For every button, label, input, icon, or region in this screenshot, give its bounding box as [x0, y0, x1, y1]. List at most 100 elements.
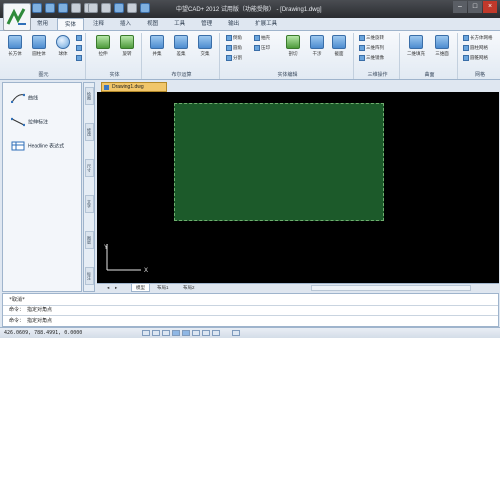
selected-rectangle[interactable] [174, 103, 384, 221]
save-icon[interactable] [58, 3, 68, 13]
app-logo-icon[interactable] [3, 3, 31, 31]
tab-output[interactable]: 输出 [221, 18, 246, 30]
close-button[interactable]: × [483, 1, 497, 13]
mirror3d-button[interactable]: 三维镜像 [359, 55, 384, 63]
application-window: 中望CAD+ 2012 试用版（功能受限） - [Drawing1.dwg] –… [0, 0, 500, 338]
palette-tab-modify[interactable]: 修改 [85, 123, 94, 141]
rotate3d-button[interactable]: 三维旋转 [359, 35, 384, 43]
tab-solid[interactable]: 实体 [57, 18, 85, 30]
tab-model[interactable]: 模型 [131, 284, 150, 292]
torus-button[interactable] [76, 55, 83, 63]
otrack-toggle-icon[interactable] [192, 330, 200, 336]
redo-icon[interactable] [88, 3, 98, 13]
palette-tab-annotation[interactable]: 标注 [85, 267, 94, 285]
mesh-cone-button[interactable]: 圆锥网格 [463, 55, 488, 63]
drawing-canvas[interactable]: X Y [97, 92, 499, 283]
horizontal-scrollbar[interactable] [311, 285, 471, 291]
ucs-axis-icon: X Y [104, 244, 148, 274]
palette-tab-dimension[interactable]: 尺寸 [85, 159, 94, 177]
snap-toggle-icon[interactable] [142, 330, 150, 336]
maximize-button[interactable]: □ [468, 1, 482, 13]
intersect-button[interactable]: 交集 [194, 35, 216, 57]
ribbon-panel: 长方体 圆柱体 球体 图元 拉伸 旋转 实体 并集 差集 交集 布尔运算 倒角 … [0, 30, 500, 80]
extrude-button[interactable]: 拉伸 [92, 35, 114, 57]
imprint-button[interactable]: 压印 [254, 45, 270, 53]
window-controls: – □ × [453, 1, 497, 13]
palette-tab-text[interactable]: 文字 [85, 195, 94, 213]
lineweight-toggle-icon[interactable] [202, 330, 210, 336]
group-label-primitives: 图元 [38, 72, 49, 78]
grid-toggle-icon[interactable] [152, 330, 160, 336]
slice-button[interactable]: 剖切 [282, 35, 304, 57]
palette-tab-layer[interactable]: 图层 [85, 231, 94, 249]
extrude-icon [96, 35, 110, 49]
mesh-cylinder-icon [463, 45, 469, 51]
solid2d-button[interactable]: 二维填充 [405, 35, 427, 57]
palette-tab-strip: 绘图 修改 尺寸 文字 图层 标注 [83, 82, 95, 292]
document-tab[interactable]: Drawing1.dwg [101, 82, 167, 92]
3dface-button[interactable]: 三维面 [431, 35, 453, 57]
command-input-line[interactable]: 命令： 指定对角点 [9, 317, 52, 324]
plot-icon[interactable] [114, 3, 124, 13]
box-button[interactable]: 长方体 [4, 35, 26, 57]
group-label-solid-edit: 实体编辑 [277, 72, 298, 78]
cylinder-button[interactable]: 圆柱体 [28, 35, 50, 57]
tab-extension-tools[interactable]: 扩展工具 [248, 18, 284, 30]
mesh-cone-icon [463, 55, 469, 61]
tab-layout1[interactable]: 布局1 [153, 284, 173, 292]
3dface-icon [435, 35, 449, 49]
palette-tab-draw[interactable]: 绘图 [85, 87, 94, 105]
help-icon[interactable] [140, 3, 150, 13]
palette-item-curve[interactable]: 曲线 [10, 93, 38, 104]
tab-tools[interactable]: 工具 [167, 18, 192, 30]
new-file-icon[interactable] [32, 3, 42, 13]
shell-button[interactable]: 抽壳 [254, 35, 270, 43]
cursor-coordinates: 426.0609, 788.4991, 0.0000 [4, 330, 83, 336]
tab-home[interactable]: 常用 [30, 18, 55, 30]
sphere-button[interactable]: 球体 [52, 35, 74, 57]
model-toggle-icon[interactable] [212, 330, 220, 336]
palette-item-stretch-dim[interactable]: 拉伸标注 [10, 117, 48, 127]
mirror3d-icon [359, 55, 365, 61]
tab-annotate[interactable]: 注释 [86, 18, 111, 30]
saveas-icon[interactable] [71, 3, 81, 13]
mesh-box-button[interactable]: 长方体网格 [463, 35, 493, 43]
revolve-button[interactable]: 旋转 [116, 35, 138, 57]
subtract-button[interactable]: 差集 [170, 35, 192, 57]
fillet-button[interactable]: 圆角 [226, 45, 242, 53]
section-button[interactable]: 截面 [328, 35, 350, 57]
command-window[interactable]: *取消* 命令： 指定对角点 命令： 指定对角点 [2, 293, 499, 327]
section-icon [332, 35, 346, 49]
customize-icon[interactable] [127, 3, 137, 13]
wedge-icon [76, 45, 82, 51]
cone-button[interactable] [76, 35, 83, 43]
osnap-toggle-icon[interactable] [182, 330, 190, 336]
cone-icon [76, 35, 82, 41]
status-bar: 426.0609, 788.4991, 0.0000 [0, 327, 500, 338]
union-button[interactable]: 并集 [146, 35, 168, 57]
palette-item-headline[interactable]: Headline 表达式 [11, 141, 64, 151]
ortho-toggle-icon[interactable] [162, 330, 170, 336]
interfere-button[interactable]: 干涉 [306, 35, 328, 57]
curve-icon [10, 93, 26, 104]
polar-toggle-icon[interactable] [172, 330, 180, 336]
print-icon[interactable] [101, 3, 111, 13]
chamfer-button[interactable]: 倒角 [226, 35, 242, 43]
array3d-icon [359, 45, 365, 51]
window-title: 中望CAD+ 2012 试用版（功能受限） - [Drawing1.dwg] [176, 7, 322, 13]
tab-layout2[interactable]: 布局2 [179, 284, 199, 292]
layout-nav-next[interactable]: ▸ [111, 284, 121, 292]
minimize-button[interactable]: – [453, 1, 467, 13]
mesh-cylinder-button[interactable]: 圆柱网格 [463, 45, 488, 53]
tab-view[interactable]: 视图 [140, 18, 165, 30]
tab-manage[interactable]: 管理 [194, 18, 219, 30]
open-file-icon[interactable] [45, 3, 55, 13]
separate-button[interactable]: 分割 [226, 55, 242, 63]
workspace-icon[interactable] [232, 330, 240, 336]
group-label-3d-ops: 三维操作 [367, 72, 388, 78]
command-divider [3, 315, 498, 316]
wedge-button[interactable] [76, 45, 83, 53]
tab-insert[interactable]: 插入 [113, 18, 138, 30]
shell-icon [254, 35, 260, 41]
array3d-button[interactable]: 三维阵列 [359, 45, 384, 53]
